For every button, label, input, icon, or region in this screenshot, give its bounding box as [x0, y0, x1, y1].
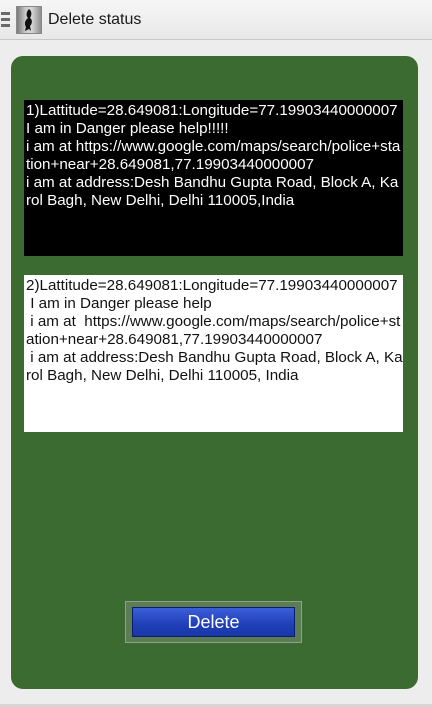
menu-icon[interactable] — [1, 12, 11, 27]
status-item-2[interactable]: 2)Lattitude=28.649081:Longitude=77.19903… — [24, 275, 403, 432]
delete-button[interactable]: Delete — [132, 607, 295, 637]
screen-title: Delete status — [48, 10, 142, 28]
action-bar: Delete status — [0, 0, 432, 40]
delete-button-frame: Delete — [125, 601, 302, 643]
status-item-1[interactable]: 1)Lattitude=28.649081:Longitude=77.19903… — [24, 100, 403, 256]
app-logo-icon[interactable] — [16, 5, 42, 34]
